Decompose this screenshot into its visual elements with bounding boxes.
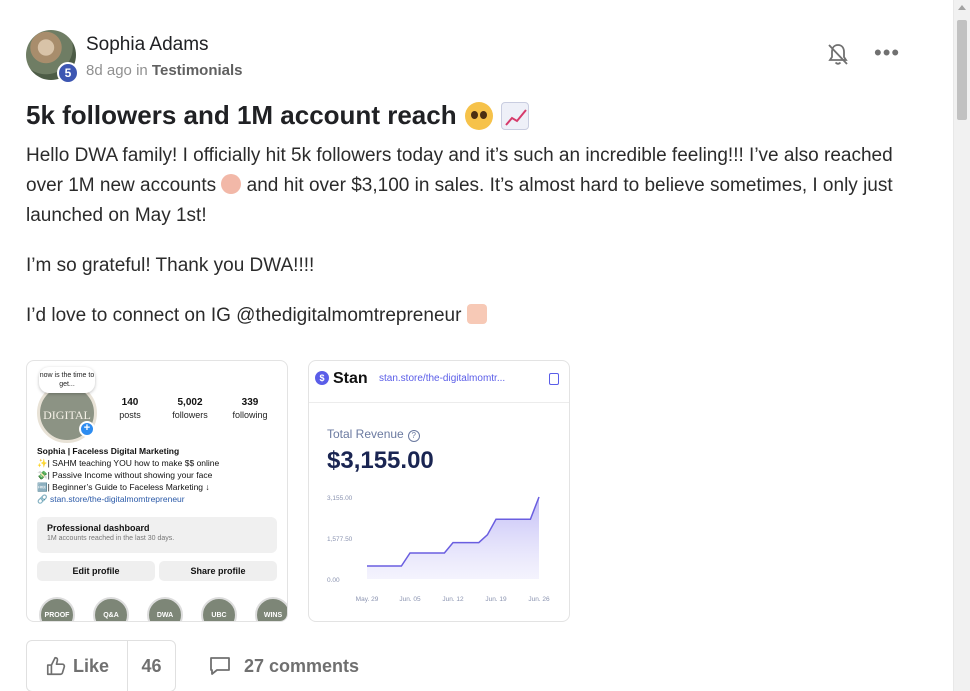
ig-note-bubble: now is the time to get... bbox=[39, 367, 95, 393]
ig-highlight: UBC bbox=[201, 597, 237, 621]
ig-stat-posts: 140 posts bbox=[105, 397, 155, 420]
ig-professional-dashboard: Professional dashboard 1M accounts reach… bbox=[37, 517, 277, 553]
like-count[interactable]: 46 bbox=[128, 641, 175, 691]
post-title-row: 5k followers and 1M account reach bbox=[26, 100, 926, 131]
paragraph-2: I’m so grateful! Thank you DWA!!!! bbox=[26, 255, 315, 276]
stan-url: stan.store/the-digitalmomtr... bbox=[379, 373, 506, 384]
like-button[interactable]: Like bbox=[27, 641, 128, 691]
y-tick-label: 3,155.00 bbox=[327, 495, 353, 502]
post-body: Hello DWA family! I officially hit 5k fo… bbox=[26, 141, 926, 331]
stan-brand: Stan bbox=[333, 370, 368, 387]
ig-stat-number: 339 bbox=[241, 397, 259, 408]
ig-dashboard-subtitle: 1M accounts reached in the last 30 days. bbox=[47, 535, 175, 542]
revenue-value: $3,155.00 bbox=[327, 447, 434, 474]
thumbs-up-icon bbox=[46, 656, 66, 676]
post-images: now is the time to get... DIGITAL + 140 … bbox=[26, 360, 570, 622]
revenue-label-text: Total Revenue bbox=[327, 427, 404, 441]
ig-stat-number: 5,002 bbox=[177, 397, 203, 408]
ig-add-story-icon: + bbox=[79, 421, 95, 437]
ig-bio: Sophia | Faceless Digital Marketing ✨| S… bbox=[37, 445, 277, 505]
level-badge: 5 bbox=[57, 62, 79, 84]
ig-stat-label: followers bbox=[172, 410, 208, 420]
comment-icon bbox=[210, 657, 230, 675]
time-ago: 8d ago bbox=[86, 62, 132, 79]
ig-bio-name: Sophia | Faceless Digital Marketing bbox=[37, 446, 180, 456]
ig-dashboard-title: Professional dashboard bbox=[47, 523, 150, 533]
partying-face-emoji bbox=[221, 174, 242, 194]
x-tick-label: Jun. 05 bbox=[399, 596, 421, 603]
page-scrollbar[interactable] bbox=[953, 0, 970, 691]
heart-hands-emoji bbox=[466, 304, 487, 324]
ig-stat-number: 140 bbox=[121, 397, 139, 408]
post-meta: 8d ago in Testimonials bbox=[86, 62, 243, 79]
more-options-icon[interactable]: ••• bbox=[874, 42, 900, 64]
ig-stat-following: 339 following bbox=[225, 397, 275, 420]
help-icon: ? bbox=[407, 430, 420, 442]
stan-header: $ Stan stan.store/the-digitalmomtr... bbox=[309, 361, 569, 403]
x-tick-label: Jun. 19 bbox=[485, 596, 507, 603]
scroll-thumb[interactable] bbox=[957, 20, 967, 120]
revenue-label: Total Revenue? bbox=[327, 427, 420, 442]
ig-stat-followers: 5,002 followers bbox=[165, 397, 215, 420]
stan-logo-icon: $ bbox=[315, 371, 329, 385]
ig-bio-line: ✨| SAHM teaching YOU how to make $$ onli… bbox=[37, 458, 220, 468]
y-tick-label: 1,577.50 bbox=[327, 536, 353, 543]
paragraph-1: Hello DWA family! I officially hit 5k fo… bbox=[26, 141, 926, 231]
ig-edit-profile-button: Edit profile bbox=[37, 561, 155, 581]
scroll-up-arrow[interactable] bbox=[958, 5, 966, 10]
x-tick-label: Jun. 26 bbox=[528, 596, 550, 603]
in-word: in bbox=[136, 62, 148, 79]
paragraph-3-text: I’d love to connect on IG @thedigitalmom… bbox=[26, 305, 462, 326]
ig-highlight: DWA bbox=[147, 597, 183, 621]
author-name[interactable]: Sophia Adams bbox=[86, 34, 209, 56]
post-title: 5k followers and 1M account reach bbox=[26, 100, 457, 130]
chart-increasing-emoji bbox=[500, 101, 529, 130]
post-header: 5 Sophia Adams 8d ago in Testimonials ••… bbox=[26, 28, 926, 84]
like-label: Like bbox=[72, 655, 110, 676]
x-tick-label: Jun. 12 bbox=[442, 596, 464, 603]
copy-icon bbox=[545, 370, 559, 385]
paragraph-3: I’d love to connect on IG @thedigitalmom… bbox=[26, 301, 926, 331]
instagram-screenshot-card[interactable]: now is the time to get... DIGITAL + 140 … bbox=[26, 360, 288, 622]
ig-bio-link: 🔗 stan.store/the-digitalmomtrepreneur bbox=[37, 494, 185, 504]
ig-bio-line: 🆓| Beginner’s Guide to Faceless Marketin… bbox=[37, 482, 210, 492]
ig-highlight: PROOF bbox=[39, 597, 75, 621]
category-link[interactable]: Testimonials bbox=[152, 62, 243, 79]
post: 5 Sophia Adams 8d ago in Testimonials ••… bbox=[26, 28, 926, 691]
y-tick-label: 0.00 bbox=[327, 577, 340, 584]
like-box: Like 46 bbox=[26, 640, 176, 691]
ig-bio-link-text: stan.store/the-digitalmomtrepreneur bbox=[49, 494, 185, 504]
ig-bio-line: 💸| Passive Income without showing your f… bbox=[37, 470, 213, 480]
post-actions: Like 46 27 comments bbox=[26, 640, 359, 691]
ig-stat-label: following bbox=[232, 410, 268, 420]
comments-label: 27 comments bbox=[244, 655, 360, 676]
stan-screenshot-card[interactable]: $ Stan stan.store/the-digitalmomtr... To… bbox=[308, 360, 570, 622]
ig-highlight: Q&A bbox=[93, 597, 129, 621]
ig-share-profile-button: Share profile bbox=[159, 561, 277, 581]
comments-button[interactable]: 27 comments bbox=[208, 655, 359, 677]
ig-stat-label: posts bbox=[119, 410, 141, 420]
pleading-face-emoji bbox=[464, 101, 493, 130]
ig-highlight: WINS bbox=[255, 597, 287, 621]
bell-muted-icon[interactable] bbox=[826, 42, 850, 68]
x-tick-label: May. 29 bbox=[356, 596, 379, 603]
revenue-chart: 3,155.00 1,577.50 0.00 May. 29 Jun. 05 Jun. 1… bbox=[327, 495, 550, 603]
